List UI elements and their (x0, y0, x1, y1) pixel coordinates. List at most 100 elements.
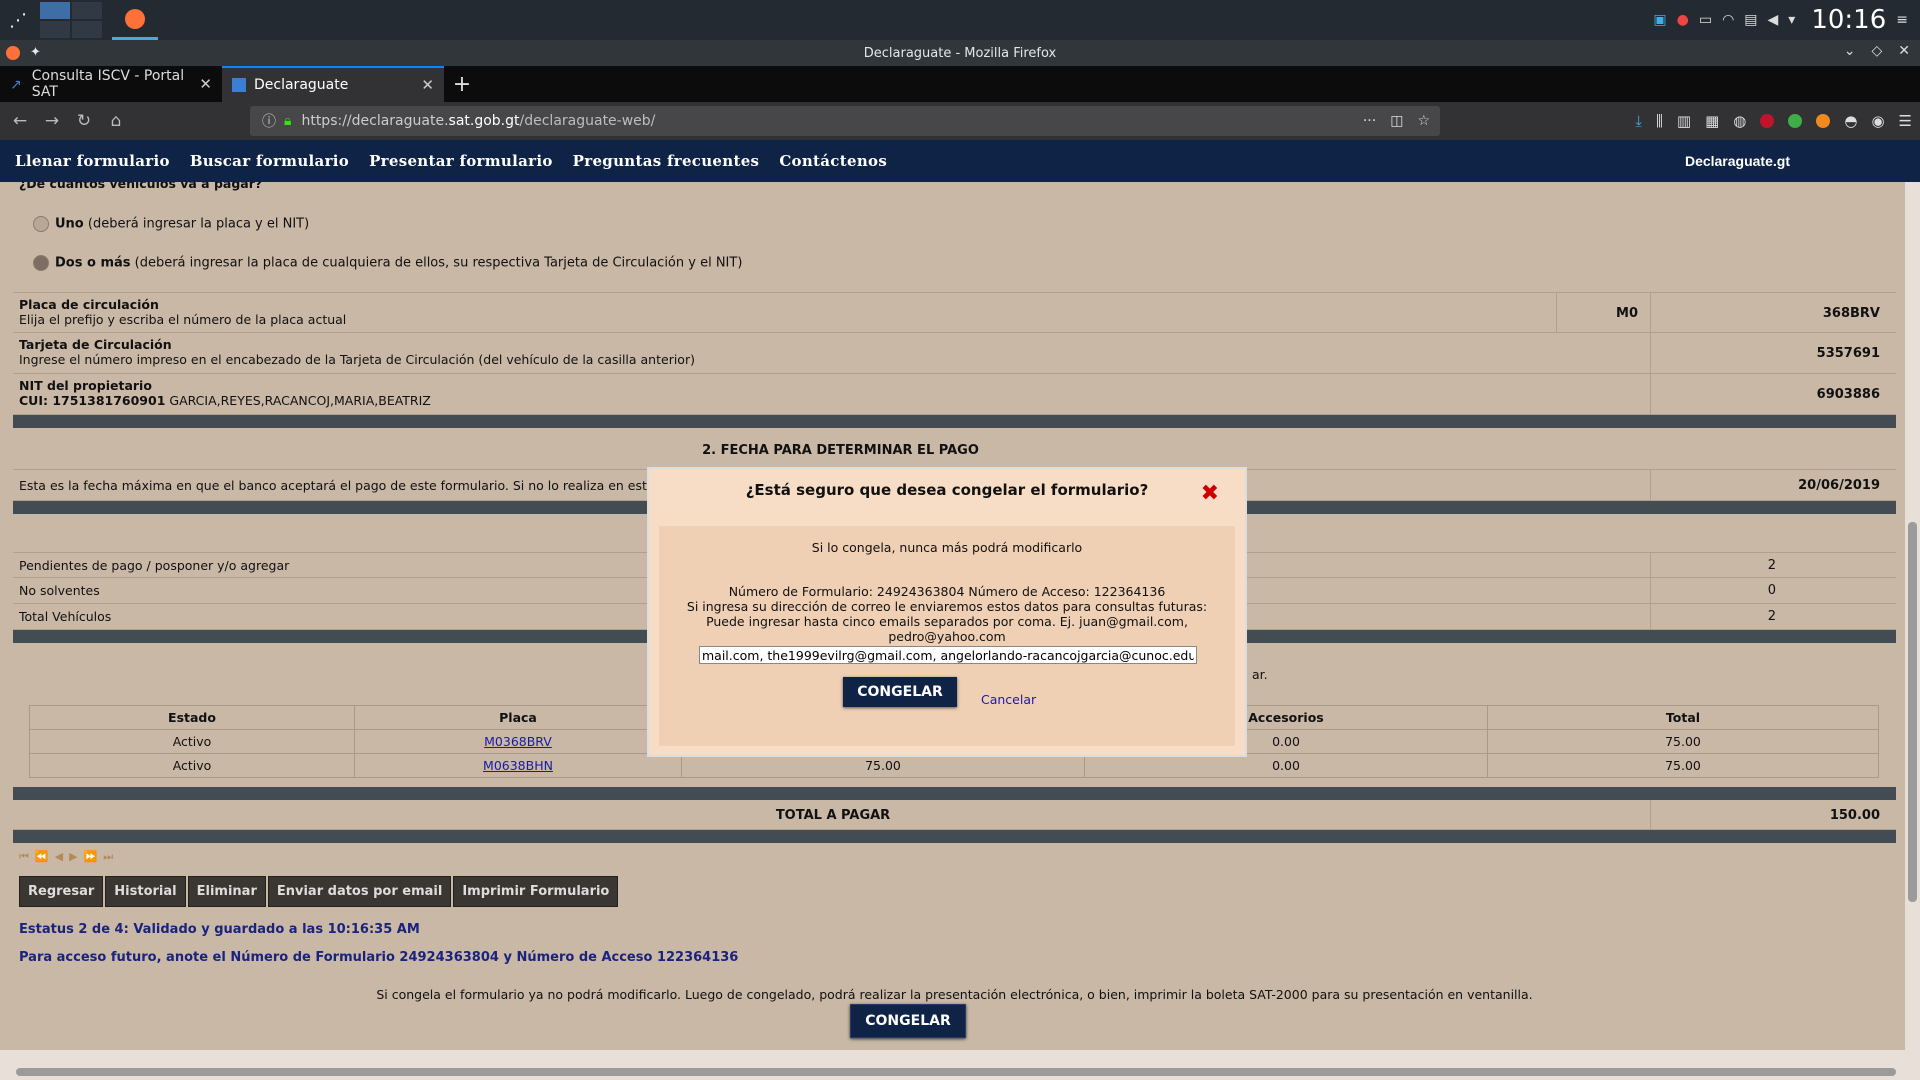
placa-prefix-select[interactable]: M0 (1616, 306, 1638, 321)
regresar-button[interactable]: Regresar (19, 876, 104, 907)
menu-icon[interactable]: ☰ (1899, 112, 1912, 130)
site-brand[interactable]: Declaraguate.gt (1685, 153, 1790, 169)
minimize-icon[interactable]: ⌄ (1844, 43, 1856, 59)
nav-llenar-formulario[interactable]: Llenar formulario (15, 152, 170, 170)
back-icon[interactable]: ← (4, 111, 36, 131)
close-tab-icon[interactable]: ✕ (199, 75, 212, 93)
email-input[interactable] (699, 646, 1197, 664)
option-many-desc: (deberá ingresar la placa de cualquiera … (130, 255, 743, 271)
next-fast-icon[interactable]: ⏩ (84, 850, 98, 864)
tab-declaraguate[interactable]: Declaraguate ✕ (222, 66, 444, 102)
table-row: Activo M0638BHN 75.00 0.00 75.00 (29, 753, 1879, 778)
cell-total: 75.00 (1487, 753, 1879, 778)
close-dialog-icon[interactable]: ✖ (1201, 481, 1219, 506)
summary-label: No solventes (19, 583, 100, 598)
enviar-email-button[interactable]: Enviar datos por email (267, 876, 452, 907)
ghost-icon[interactable]: ● (1677, 12, 1689, 28)
placa-link[interactable]: M0368BRV (484, 734, 552, 749)
radio-option-one[interactable]: Uno (deberá ingresar la placa y el NIT) (33, 216, 309, 232)
wifi-icon[interactable]: ◠ (1722, 12, 1734, 28)
prev-fast-icon[interactable]: ⏪ (35, 850, 49, 864)
page-actions-icon[interactable]: ··· (1363, 113, 1376, 129)
nit-input[interactable]: 6903886 (1817, 387, 1880, 402)
placa-input[interactable]: 368BRV (1823, 306, 1880, 321)
sidebar-icon[interactable]: ▥ (1677, 112, 1691, 130)
reload-icon[interactable]: ↻ (68, 111, 100, 131)
clipboard-icon[interactable]: ▤ (1744, 12, 1757, 28)
pin-icon[interactable]: ✦ (30, 45, 41, 60)
desktop-1[interactable] (40, 2, 70, 19)
option-one-label: Uno (55, 216, 84, 232)
virtual-desktop-pager[interactable] (40, 2, 102, 38)
panel-settings-icon[interactable]: ≡ (1896, 12, 1908, 28)
app-launcher-icon[interactable]: ⋰ (0, 0, 36, 40)
first-page-icon[interactable]: ⏮ (19, 850, 29, 864)
downloads-icon[interactable]: ⤓ (1635, 112, 1642, 130)
tarjeta-input[interactable]: 5357691 (1817, 346, 1880, 361)
tab-consulta-iscv[interactable]: ↗ Consulta ISCV - Portal SAT ✕ (0, 66, 222, 102)
desktop-4[interactable] (72, 21, 102, 38)
pocket-icon[interactable]: ◫ (1390, 113, 1403, 129)
close-window-icon[interactable]: ✕ (1898, 43, 1910, 59)
next-page-icon[interactable]: ▶ (69, 850, 77, 864)
nav-preguntas-frecuentes[interactable]: Preguntas frecuentes (573, 152, 760, 170)
partial-text: ar. (1252, 667, 1268, 682)
nav-contactenos[interactable]: Contáctenos (779, 152, 887, 170)
section2-title: 2. FECHA PARA DETERMINAR EL PAGO (702, 443, 979, 458)
radio-one-button[interactable] (33, 216, 49, 232)
extension-orange-icon[interactable] (1816, 114, 1831, 128)
navigation-toolbar: ← → ↻ ⌂ ⓘ 🔒︎ https://declaraguate. sat.go… (0, 102, 1920, 140)
account-icon[interactable]: ◉ (1871, 112, 1884, 130)
horizontal-scroll-thumb[interactable] (16, 1068, 1896, 1076)
files-icon[interactable]: ▣ (1653, 12, 1666, 28)
imprimir-button[interactable]: Imprimir Formulario (453, 876, 619, 907)
clock[interactable]: 10:16 (1811, 5, 1886, 35)
dialog-cancel-link[interactable]: Cancelar (981, 692, 1036, 707)
new-tab-button[interactable]: + (444, 66, 480, 102)
declaraguate-favicon-icon (232, 78, 246, 92)
nav-presentar-formulario[interactable]: Presentar formulario (369, 152, 553, 170)
close-tab-icon[interactable]: ✕ (421, 76, 434, 94)
vertical-scroll-thumb[interactable] (1908, 522, 1917, 902)
window-titlebar: ✦ Declaraguate - Mozilla Firefox ⌄ ◇ ✕ (0, 40, 1920, 66)
library-icon[interactable]: ⫼ (1656, 112, 1663, 130)
desktop-2[interactable] (72, 2, 102, 19)
prev-page-icon[interactable]: ◀ (55, 850, 63, 864)
battery-icon[interactable]: ▭ (1699, 12, 1712, 28)
nit-owner: GARCIA,REYES,RACANCOJ,MARIA,BEATRIZ (165, 393, 431, 408)
tarjeta-title: Tarjeta de Circulación (19, 337, 172, 352)
last-page-icon[interactable]: ⏭ (103, 850, 113, 864)
cell-estado: Activo (29, 729, 355, 754)
eliminar-button[interactable]: Eliminar (187, 876, 266, 907)
volume-icon[interactable]: ◀ (1768, 12, 1779, 28)
info-icon[interactable]: ⓘ (262, 111, 276, 131)
globe-icon[interactable]: ◍ (1733, 112, 1746, 130)
nav-buscar-formulario[interactable]: Buscar formulario (190, 152, 349, 170)
vertical-scrollbar[interactable] (1905, 182, 1920, 1050)
extension-mask-icon[interactable]: ◓ (1844, 112, 1857, 130)
congelar-button[interactable]: CONGELAR (850, 1004, 966, 1038)
home-icon[interactable]: ⌂ (100, 111, 132, 131)
extension-green-icon[interactable] (1788, 114, 1803, 128)
dialog-congelar-button[interactable]: CONGELAR (843, 677, 957, 707)
placa-link[interactable]: M0638BHN (483, 758, 553, 773)
status-line: Estatus 2 de 4: Validado y guardado a la… (19, 922, 420, 937)
desktop-3[interactable] (40, 21, 70, 38)
horizontal-scrollbar[interactable] (0, 1050, 1920, 1080)
radio-many-button[interactable] (33, 255, 49, 271)
total-value: 150.00 (1829, 808, 1880, 823)
extension-grid-icon[interactable]: ▦ (1705, 112, 1719, 130)
ublock-icon[interactable] (1760, 114, 1775, 128)
tab-strip: ↗ Consulta ISCV - Portal SAT ✕ Declaragu… (0, 66, 1920, 102)
option-one-desc: (deberá ingresar la placa y el NIT) (83, 216, 310, 232)
url-bar[interactable]: ⓘ 🔒︎ https://declaraguate. sat.gob.gt/dec… (250, 106, 1440, 136)
bookmark-star-icon[interactable]: ☆ (1417, 113, 1430, 129)
system-tray: ▣ ● ▭ ◠ ▤ ◀ ▾ 10:16 ≡ (1653, 0, 1920, 40)
historial-button[interactable]: Historial (105, 876, 186, 907)
radio-option-many[interactable]: Dos o más (deberá ingresar la placa de c… (33, 255, 742, 271)
lock-icon[interactable]: 🔒︎ (284, 113, 291, 129)
tray-expand-icon[interactable]: ▾ (1788, 12, 1795, 28)
maximize-icon[interactable]: ◇ (1871, 43, 1882, 59)
taskbar-firefox[interactable] (112, 0, 158, 40)
forward-icon[interactable]: → (36, 111, 68, 131)
